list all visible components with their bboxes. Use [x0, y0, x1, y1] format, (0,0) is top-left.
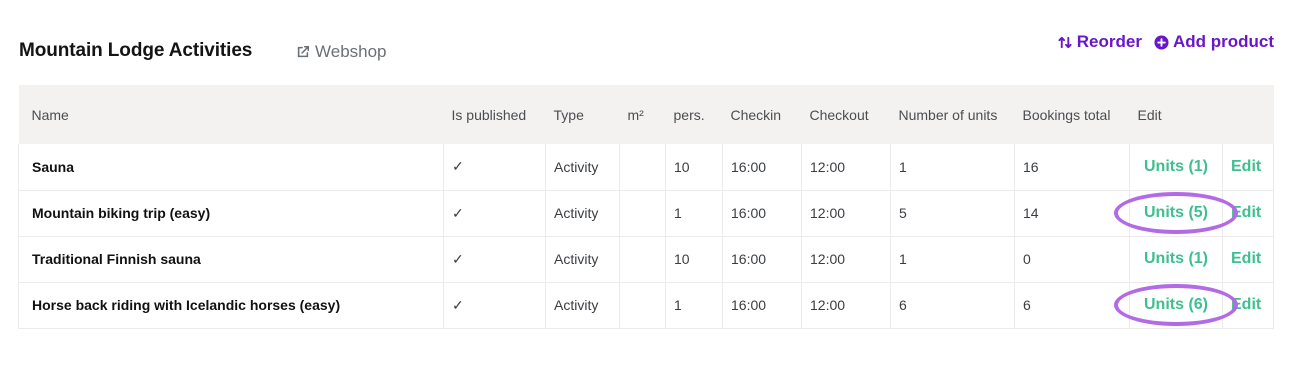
header-name: Name: [31, 106, 69, 123]
table-row: Traditional Finnish sauna ✓ Activity 10 …: [18, 236, 1274, 282]
header-published: Is published: [451, 106, 527, 123]
header-checkout: Checkout: [809, 106, 869, 123]
units-link[interactable]: Units (5): [1144, 204, 1208, 221]
cell-type: Activity: [545, 236, 620, 282]
cell-units-link: Units (1): [1129, 236, 1223, 282]
cell-pers: 1: [665, 190, 723, 236]
cell-bookings: 0: [1014, 236, 1130, 282]
reorder-button[interactable]: Reorder: [1058, 32, 1142, 52]
cell-published: ✓: [443, 282, 546, 328]
cell-name: Sauna: [18, 144, 444, 190]
table-row: Mountain biking trip (easy) ✓ Activity 1…: [18, 190, 1274, 236]
units-link[interactable]: Units (1): [1144, 158, 1208, 175]
cell-published: ✓: [443, 236, 546, 282]
cell-name: Traditional Finnish sauna: [18, 236, 444, 282]
cell-name: Mountain biking trip (easy): [18, 190, 444, 236]
cell-pers: 1: [665, 282, 723, 328]
reorder-label: Reorder: [1076, 32, 1142, 51]
cell-m2: [619, 144, 666, 190]
cell-bookings: 16: [1014, 144, 1130, 190]
page-title: Mountain Lodge Activities: [19, 40, 253, 61]
cell-units-link: Units (5): [1114, 190, 1238, 236]
cell-units: 1: [890, 144, 1015, 190]
cell-checkin: 16:00: [722, 282, 802, 328]
header-bookings: Bookings total: [1022, 106, 1111, 123]
cell-checkout: 12:00: [801, 144, 891, 190]
header-edit: Edit: [1137, 106, 1162, 123]
cell-published: ✓: [443, 190, 546, 236]
add-product-label: Add product: [1172, 32, 1274, 51]
cell-bookings: 6: [1014, 282, 1130, 328]
cell-edit-link: Edit: [1222, 190, 1274, 236]
header-actions: Reorder Add product: [1058, 32, 1274, 52]
header-pers: pers.: [673, 106, 705, 123]
header-units: Number of units: [898, 106, 998, 123]
cell-units-link: Units (1): [1129, 144, 1223, 190]
table-row: Horse back riding with Icelandic horses …: [18, 282, 1274, 328]
edit-link[interactable]: Edit: [1231, 296, 1261, 313]
cell-published: ✓: [443, 144, 546, 190]
cell-m2: [619, 236, 666, 282]
cell-type: Activity: [545, 190, 620, 236]
edit-link[interactable]: Edit: [1231, 250, 1261, 267]
cell-name: Horse back riding with Icelandic horses …: [18, 282, 444, 328]
cell-bookings: 14: [1014, 190, 1130, 236]
header-m2: m²: [627, 106, 644, 123]
cell-edit-link: Edit: [1222, 236, 1274, 282]
cell-checkout: 12:00: [801, 282, 891, 328]
reorder-arrows-icon: [1058, 36, 1072, 48]
cell-units-link: Units (6): [1114, 282, 1238, 328]
header-type: Type: [553, 106, 584, 123]
webshop-label: Webshop: [315, 42, 387, 61]
table-header-row: Name Is published Type m² pers. Checkin …: [18, 85, 1274, 144]
cell-type: Activity: [545, 144, 620, 190]
cell-units: 5: [890, 190, 1015, 236]
cell-units: 1: [890, 236, 1015, 282]
plus-circle-icon: [1154, 34, 1169, 50]
table-row: Sauna ✓ Activity 10 16:00 12:00 1 16 Uni…: [18, 144, 1274, 190]
cell-m2: [619, 190, 666, 236]
header-checkin: Checkin: [730, 106, 782, 123]
edit-link[interactable]: Edit: [1231, 158, 1261, 175]
edit-link[interactable]: Edit: [1231, 204, 1261, 221]
cell-type: Activity: [545, 282, 620, 328]
cell-pers: 10: [665, 144, 723, 190]
units-link[interactable]: Units (6): [1144, 296, 1208, 313]
add-product-button[interactable]: Add product: [1154, 32, 1274, 52]
cell-checkin: 16:00: [722, 236, 802, 282]
products-table: Name Is published Type m² pers. Checkin …: [18, 85, 1274, 329]
header-spacer: [1223, 85, 1274, 144]
cell-checkin: 16:00: [722, 190, 802, 236]
cell-checkout: 12:00: [801, 190, 891, 236]
cell-m2: [619, 282, 666, 328]
cell-checkout: 12:00: [801, 236, 891, 282]
cell-checkin: 16:00: [722, 144, 802, 190]
cell-pers: 10: [665, 236, 723, 282]
external-link-icon: [297, 45, 310, 58]
cell-edit-link: Edit: [1222, 144, 1274, 190]
cell-edit-link: Edit: [1222, 282, 1274, 328]
webshop-link[interactable]: Webshop: [296, 42, 387, 62]
units-link[interactable]: Units (1): [1144, 250, 1208, 267]
cell-units: 6: [890, 282, 1015, 328]
